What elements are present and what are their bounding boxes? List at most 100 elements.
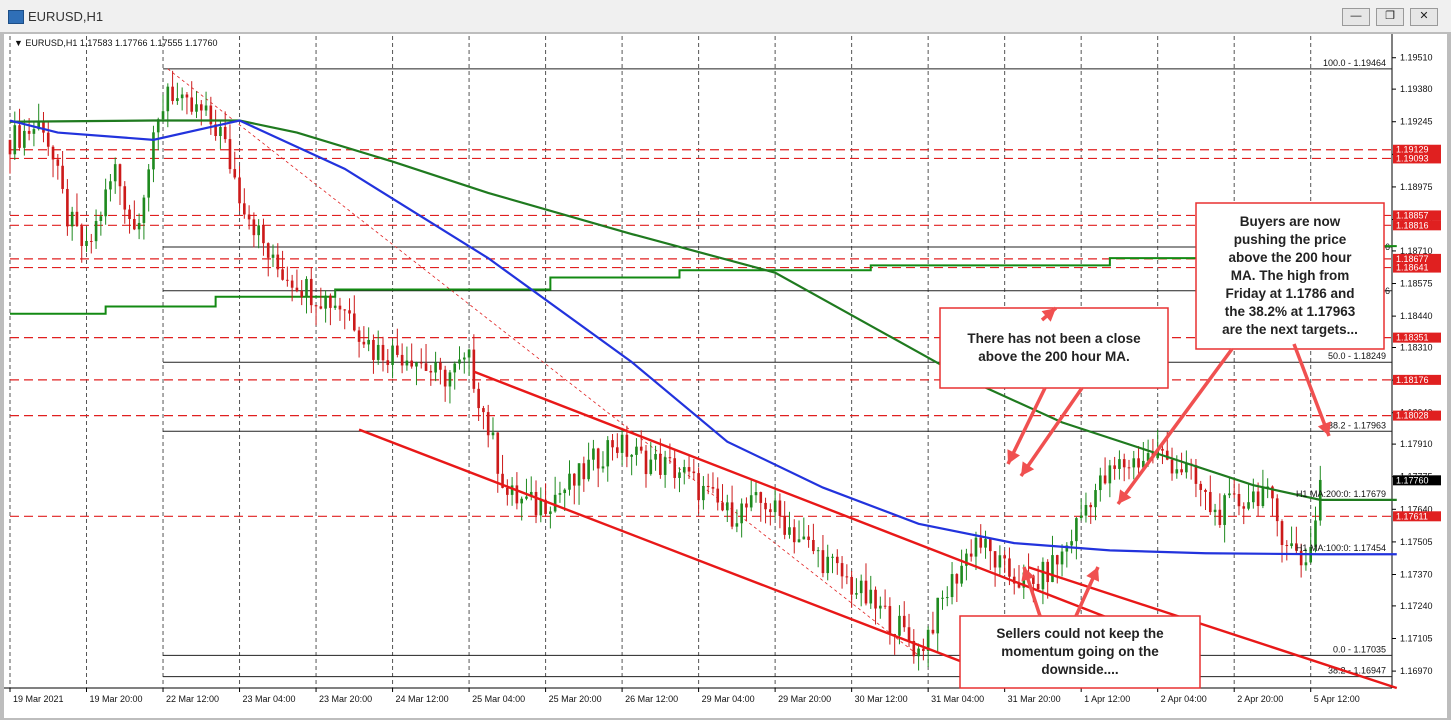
- time-tick-label: 23 Mar 20:00: [319, 694, 372, 704]
- candle-body: [807, 536, 810, 540]
- candle-body: [950, 574, 954, 598]
- time-tick-label: 19 Mar 20:00: [90, 694, 143, 704]
- time-tick-label: 1 Apr 12:00: [1084, 694, 1130, 704]
- candle-body: [1003, 555, 1006, 559]
- candle-body: [1218, 509, 1222, 525]
- candle-body: [133, 219, 136, 230]
- price-tick-label: 1.17240: [1400, 601, 1433, 611]
- fib-level-label: 38.2 - 1.17963: [1328, 420, 1386, 430]
- candle-body: [314, 305, 318, 307]
- candle-body: [678, 472, 681, 478]
- candle-body: [835, 556, 839, 564]
- candle-body: [281, 269, 284, 280]
- annotation-buyers-text: Friday at 1.1786 and: [1225, 286, 1354, 301]
- time-tick-label: 31 Mar 04:00: [931, 694, 984, 704]
- candle-body: [855, 593, 858, 595]
- price-tick-label: 1.18575: [1400, 279, 1433, 289]
- candle-body: [123, 186, 127, 210]
- fib-level-label: 100.0 - 1.19464: [1323, 58, 1386, 68]
- candle-body: [539, 499, 543, 516]
- candle-body: [262, 225, 265, 244]
- candle-body: [195, 104, 198, 112]
- candle-body: [525, 496, 528, 499]
- candle-body: [659, 453, 662, 475]
- candle-body: [396, 345, 399, 355]
- candle-body: [840, 563, 844, 577]
- candle-body: [1094, 490, 1097, 508]
- candle-body: [46, 132, 50, 147]
- candle-body: [725, 502, 729, 511]
- maximize-button[interactable]: ❐: [1376, 8, 1404, 26]
- current-price-label: 1.17760: [1396, 475, 1429, 485]
- candle-body: [51, 146, 55, 160]
- level-price-label: 1.18176: [1396, 375, 1429, 385]
- ma200-label: H1 MA:200:0: 1.17679: [1296, 489, 1386, 499]
- candle-body: [1084, 504, 1088, 516]
- candle-body: [482, 408, 485, 413]
- candle-body: [534, 491, 538, 516]
- chart-window-icon: [8, 10, 24, 24]
- time-tick-label: 29 Mar 20:00: [778, 694, 831, 704]
- candle-body: [773, 500, 777, 513]
- candle-body: [568, 473, 571, 490]
- level-price-label: 1.19093: [1396, 153, 1429, 163]
- candle-body: [458, 359, 461, 364]
- candle-body: [228, 139, 232, 170]
- candle-body: [764, 502, 767, 510]
- candle-body: [137, 222, 141, 230]
- candle-body: [367, 339, 370, 345]
- candle-body: [176, 98, 179, 102]
- candle-body: [639, 446, 643, 451]
- candle-body: [1070, 541, 1073, 546]
- candle-body: [238, 177, 241, 204]
- candle-body: [1204, 489, 1207, 492]
- candle-body: [448, 372, 452, 387]
- close-button[interactable]: ✕: [1410, 8, 1438, 26]
- annotation-no-close-text: above the 200 hour MA.: [978, 349, 1130, 364]
- candle-body: [1213, 509, 1217, 513]
- candle-body: [372, 339, 375, 360]
- candle-body: [998, 555, 1002, 568]
- candle-body: [721, 502, 724, 511]
- price-tick-label: 1.16970: [1400, 666, 1433, 676]
- candle-body: [788, 527, 791, 535]
- price-chart[interactable]: 19 Mar 2021 19 Mar 20:00 22 Mar 12:00 23 Ma…: [4, 34, 1447, 718]
- time-tick-label: 25 Mar 04:00: [472, 694, 525, 704]
- candle-body: [611, 440, 614, 448]
- candle-body: [1122, 459, 1126, 468]
- window-titlebar: EURUSD,H1 — ❐ ✕: [0, 0, 1451, 33]
- candle-body: [563, 489, 567, 494]
- candle-body: [357, 330, 361, 342]
- fib-level-label: 0.0 - 1.17035: [1333, 644, 1386, 654]
- candle-body: [1113, 465, 1116, 469]
- candle-body: [128, 209, 131, 220]
- candle-body: [1290, 543, 1293, 547]
- candle-body: [1261, 487, 1265, 507]
- level-price-label: 1.18028: [1396, 411, 1429, 421]
- candle-body: [506, 487, 509, 495]
- candle-body: [1223, 495, 1226, 525]
- price-tick-label: 1.19245: [1400, 117, 1433, 127]
- level-price-label: 1.18857: [1396, 210, 1429, 220]
- candle-body: [185, 94, 189, 98]
- candle-body: [439, 362, 442, 370]
- candle-body: [486, 412, 490, 436]
- candle-body: [663, 457, 667, 475]
- minimize-button[interactable]: —: [1342, 8, 1370, 26]
- price-tick-label: 1.18310: [1400, 343, 1433, 353]
- annotation-buyers-text: MA. The high from: [1231, 268, 1350, 283]
- candle-body: [778, 500, 782, 517]
- candle-body: [171, 86, 174, 102]
- candle-body: [405, 360, 409, 366]
- candle-body: [109, 181, 112, 190]
- candle-body: [1304, 562, 1308, 566]
- candle-body: [572, 473, 576, 486]
- level-price-label: 1.18816: [1396, 220, 1429, 230]
- candle-body: [1041, 561, 1045, 590]
- time-tick-label: 5 Apr 12:00: [1314, 694, 1360, 704]
- candle-body: [1285, 544, 1289, 547]
- candle-body: [386, 360, 390, 365]
- candle-body: [252, 219, 256, 236]
- candle-body: [13, 125, 17, 155]
- candle-body: [864, 580, 868, 604]
